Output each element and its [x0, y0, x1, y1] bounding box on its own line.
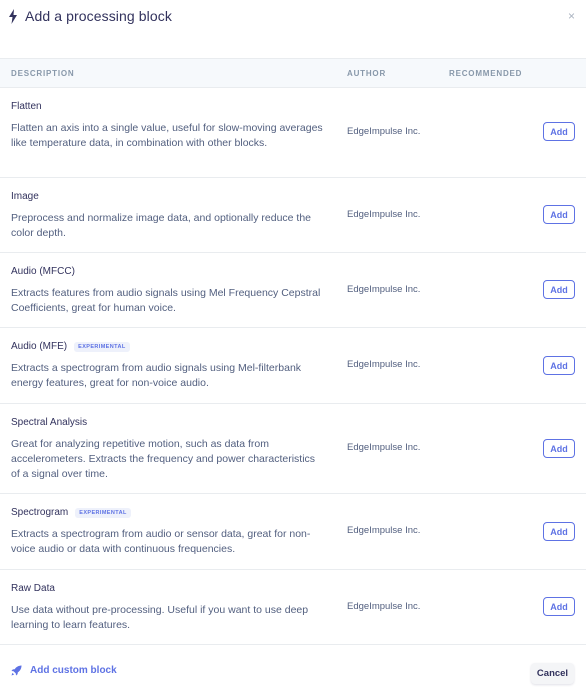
block-description: Great for analyzing repetitive motion, s…: [11, 438, 316, 480]
block-description: Extracts a spectrogram from audio signal…: [11, 362, 302, 389]
block-name: Raw Data: [11, 583, 55, 594]
add-button[interactable]: Add: [543, 205, 575, 224]
block-author: EdgeImpulse Inc.: [347, 209, 421, 220]
block-author: EdgeImpulse Inc.: [347, 601, 421, 612]
block-description: Use data without pre-processing. Useful …: [11, 604, 309, 631]
bolt-icon: [9, 9, 17, 24]
column-header-author: AUTHOR: [347, 69, 387, 78]
cancel-button[interactable]: Cancel: [531, 663, 574, 684]
table-row: Flatten Flatten an axis into a single va…: [0, 88, 586, 178]
modal-footer: Add custom block Cancel: [0, 645, 586, 695]
processing-block-modal: Add a processing block × DESCRIPTION AUT…: [0, 0, 586, 695]
block-name-text: Raw Data: [11, 583, 55, 594]
block-name-text: Audio (MFE): [11, 341, 68, 352]
table-row: Audio (MFCC) Extracts features from audi…: [0, 253, 586, 328]
modal-title: Add a processing block: [25, 8, 172, 24]
modal-header: Add a processing block ×: [0, 0, 586, 58]
table-row: Spectral Analysis Great for analyzing re…: [0, 404, 586, 494]
block-name-text: Audio (MFCC): [11, 266, 75, 277]
add-custom-block-label: Add custom block: [30, 665, 117, 676]
experimental-badge: EXPERIMENTAL: [75, 507, 131, 518]
experimental-badge: EXPERIMENTAL: [74, 341, 130, 352]
block-name: Image: [11, 191, 39, 202]
block-name: Spectrogram EXPERIMENTAL: [11, 507, 131, 518]
block-author: EdgeImpulse Inc.: [347, 359, 421, 370]
add-button[interactable]: Add: [543, 439, 575, 458]
block-description: Extracts features from audio signals usi…: [11, 287, 321, 314]
add-button[interactable]: Add: [543, 280, 575, 299]
block-list: Flatten Flatten an axis into a single va…: [0, 88, 586, 645]
block-name-text: Image: [11, 191, 39, 202]
add-button[interactable]: Add: [543, 597, 575, 616]
block-name-text: Spectral Analysis: [11, 417, 88, 428]
table-row: Spectrogram EXPERIMENTAL Extracts a spec…: [0, 494, 586, 570]
block-name: Spectral Analysis: [11, 417, 87, 428]
block-name-text: Flatten: [11, 101, 42, 112]
rocket-icon: [11, 665, 22, 676]
add-custom-block-button[interactable]: Add custom block: [11, 665, 117, 676]
close-icon[interactable]: ×: [568, 9, 575, 23]
block-description: Flatten an axis into a single value, use…: [11, 122, 323, 149]
block-author: EdgeImpulse Inc.: [347, 126, 421, 137]
block-name: Flatten: [11, 101, 42, 112]
add-button[interactable]: Add: [543, 122, 575, 141]
table-row: Raw Data Use data without pre-processing…: [0, 570, 586, 645]
column-header-description: DESCRIPTION: [11, 69, 75, 78]
block-description: Extracts a spectrogram from audio or sen…: [11, 528, 311, 555]
table-row: Image Preprocess and normalize image dat…: [0, 178, 586, 253]
table-row: Audio (MFE) EXPERIMENTAL Extracts a spec…: [0, 328, 586, 404]
block-author: EdgeImpulse Inc.: [347, 525, 421, 536]
column-header-recommended: RECOMMENDED: [449, 69, 523, 78]
block-description: Preprocess and normalize image data, and…: [11, 212, 312, 239]
block-name: Audio (MFE) EXPERIMENTAL: [11, 341, 130, 352]
table-header: DESCRIPTION AUTHOR RECOMMENDED: [0, 58, 586, 88]
add-button[interactable]: Add: [543, 356, 575, 375]
block-name-text: Spectrogram: [11, 507, 69, 518]
block-author: EdgeImpulse Inc.: [347, 284, 421, 295]
add-button[interactable]: Add: [543, 522, 575, 541]
block-name: Audio (MFCC): [11, 266, 75, 277]
block-author: EdgeImpulse Inc.: [347, 442, 421, 453]
